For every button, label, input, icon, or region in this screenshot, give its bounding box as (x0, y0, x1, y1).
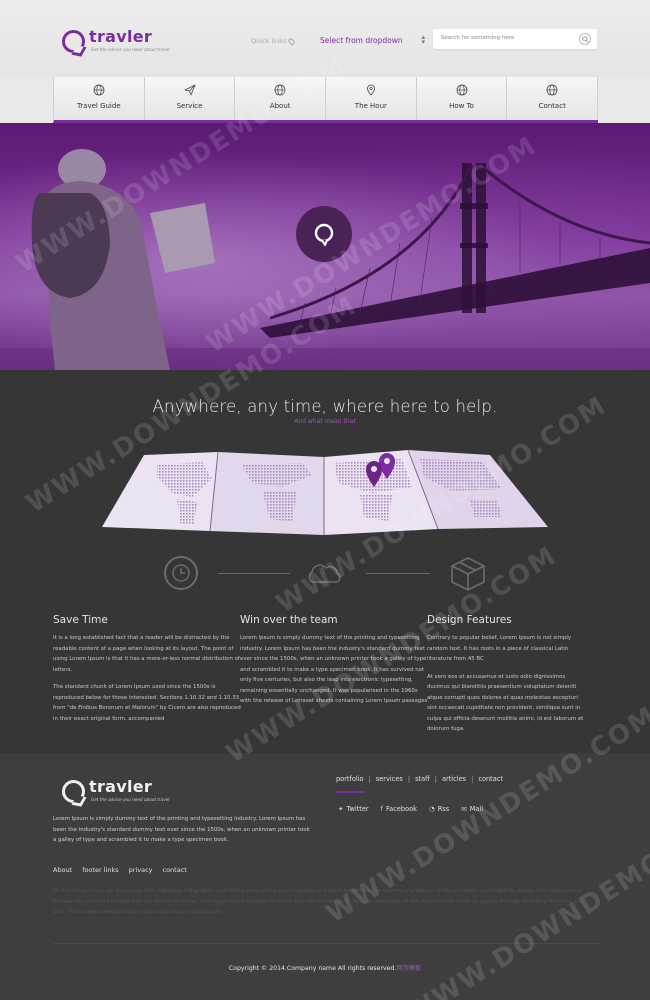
footer-link-contact[interactable]: contact (163, 866, 187, 874)
copyright-cn-link[interactable]: 网页模板 (396, 965, 421, 972)
footer-link-privacy[interactable]: privacy (129, 866, 153, 874)
nav-item-contact[interactable]: Contact (507, 77, 599, 120)
main-nav: Travel Guide Service About The Hour How … (53, 77, 599, 123)
social-mail-label: Mail (469, 805, 484, 813)
box-icon (451, 557, 485, 591)
social-twitter[interactable]: ✦ Twitter (338, 805, 369, 813)
footer-logo-tagline: Get the advice you need about travel (91, 797, 170, 802)
paper-plane-icon (184, 84, 195, 96)
social-mail[interactable]: ✉ Mail (461, 805, 483, 813)
feature-text: It is a long established fact that a rea… (53, 635, 240, 673)
nav-item-the-hour[interactable]: The Hour (326, 77, 417, 120)
search-icon (581, 35, 589, 43)
globe-icon (546, 84, 558, 96)
footer-menu-portfolio[interactable]: portfolio (336, 775, 364, 783)
folded-world-map (102, 449, 548, 535)
footer-menu-services[interactable]: services (376, 775, 403, 783)
quick-links[interactable]: Quick links (251, 36, 297, 46)
footer-menu: portfolio | services | staff | articles | co… (336, 775, 503, 783)
feature-text: Lorem Ipsum is simply dummy text of the … (240, 635, 430, 704)
social-twitter-label: Twitter (346, 805, 369, 813)
hero-chat-icon[interactable] (296, 206, 352, 262)
section-subline[interactable]: And what mean that (0, 418, 650, 425)
globe-icon (93, 84, 105, 96)
divider-line (218, 573, 290, 574)
map-pin-icon (287, 36, 297, 46)
cloud-icon (308, 564, 341, 583)
logo[interactable]: travler Get the advice you need about tr… (62, 27, 169, 53)
search-box (433, 29, 597, 49)
features-section: Anywhere, any time, where here to help. … (0, 370, 650, 753)
clock-icon (164, 556, 198, 590)
feature-title: Design Features (427, 614, 512, 626)
footer-logo[interactable]: travler Get the advice you need about tr… (62, 778, 169, 803)
section-headline: Anywhere, any time, where here to help. (152, 397, 498, 416)
footer-faint-text: On the other hand, we denounce with righ… (53, 888, 584, 915)
social-facebook-label: Facebook (385, 805, 417, 813)
icon-divider (0, 556, 650, 592)
chat-bubble-icon (62, 780, 85, 803)
footer-divider (53, 943, 598, 944)
nav-item-travel-guide[interactable]: Travel Guide (54, 77, 145, 120)
logo-tagline: Get the advice you need about travel (91, 47, 170, 52)
nav-item-about[interactable]: About (235, 77, 327, 120)
feature-text: At vero eos et accusamus et iusto odio d… (427, 673, 584, 733)
updown-arrows-icon: ▴ ▾ (421, 33, 425, 46)
search-input[interactable] (441, 35, 571, 41)
footer: travler Get the advice you need about tr… (0, 753, 650, 1000)
nav-item-how-to[interactable]: How To (417, 77, 508, 120)
map-pin-icon (366, 84, 375, 96)
feature-text: The standard chunk of Lorem Ipsum used s… (53, 684, 241, 722)
footer-menu-contact[interactable]: contact (478, 775, 503, 783)
nav-label: Contact (538, 102, 566, 110)
chat-bubble-icon (314, 223, 334, 246)
header: travler Get the advice you need about tr… (0, 0, 650, 77)
quick-links-label: Quick links (251, 37, 287, 45)
feature-title: Save Time (53, 614, 108, 626)
nav-label: Travel Guide (77, 102, 121, 110)
nav-label: The Hour (354, 102, 387, 110)
search-button[interactable] (579, 33, 591, 45)
copyright: Copyright © 2014.Company name All rights… (0, 963, 650, 972)
dropdown-label: Select from dropdown (320, 35, 403, 45)
rss-icon: ◔ (428, 805, 435, 813)
logo-text: travler (89, 27, 153, 46)
select-dropdown[interactable]: Select from dropdown ▴ ▾ (320, 33, 425, 46)
social-rss[interactable]: ◔ Rss (429, 805, 449, 813)
feature-text: Contrary to popular belief, Lorem Ipsum … (427, 635, 572, 662)
hero-banner (0, 123, 650, 370)
social-facebook[interactable]: f Facebook (381, 805, 417, 813)
footer-link-footer-links[interactable]: footer links (82, 866, 118, 874)
feature-win-team: Win over the team Lorem Ipsum is simply … (240, 614, 430, 714)
globe-icon (274, 84, 286, 96)
footer-menu-active-bar (336, 791, 364, 793)
nav-label: How To (449, 102, 474, 110)
divider-line (366, 573, 430, 574)
mail-icon: ✉ (461, 805, 467, 813)
footer-social: ✦ Twitter f Facebook ◔ Rss ✉ Mail (338, 805, 483, 813)
footer-link-about[interactable]: About (53, 866, 72, 874)
footer-about-text: Lorem Ipsum is simply dummy text of the … (53, 816, 310, 843)
twitter-icon: ✦ (338, 805, 344, 813)
copyright-text: Copyright © 2014.Company name All rights… (228, 965, 397, 972)
nav-item-service[interactable]: Service (145, 77, 236, 120)
footer-menu-articles[interactable]: articles (442, 775, 466, 783)
facebook-icon: f (380, 805, 383, 813)
nav-label: Service (176, 102, 203, 110)
feature-title: Win over the team (240, 614, 338, 626)
social-rss-label: Rss (437, 805, 450, 813)
feature-design: Design Features Contrary to popular beli… (427, 614, 587, 742)
nav-label: About (269, 102, 291, 110)
globe-icon (456, 84, 467, 96)
footer-links: About footer links privacy contact (53, 866, 187, 874)
feature-save-time: Save Time It is a long established fact … (53, 614, 243, 731)
chat-bubble-icon (62, 30, 85, 53)
footer-menu-staff[interactable]: staff (415, 775, 430, 783)
